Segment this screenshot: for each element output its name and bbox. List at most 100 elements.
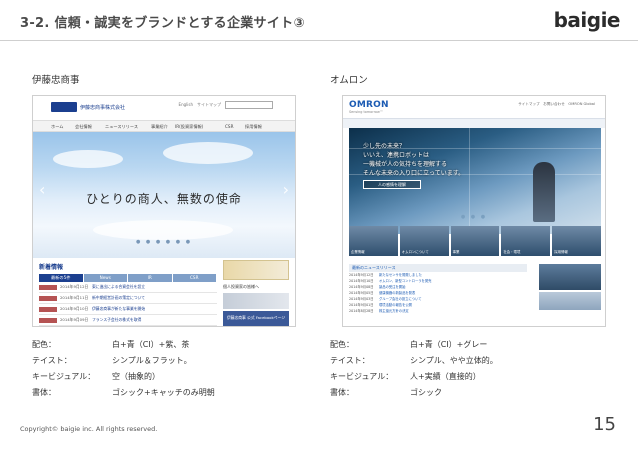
news-text: 東に進出による合資会社を設立 (92, 284, 146, 289)
attribute-label: テイスト： (32, 356, 72, 365)
left-company-name: 伊藤忠商事 (32, 75, 80, 86)
itochu-news-tabs: 最新の5件 News IR CSR (39, 274, 217, 282)
attribute-label: テイスト： (330, 356, 370, 365)
cloud-shape (93, 220, 233, 240)
news-tag (39, 295, 57, 301)
attribute-label: キービジュアル： (32, 372, 96, 381)
attribute-row: 書体： ゴシック (330, 385, 498, 401)
news-date: 2014年9月09日 (60, 317, 89, 322)
news-tag (39, 284, 57, 290)
news-date: 2014年8月28日 (349, 309, 374, 313)
omron-thumbnail-strip: 企業情報 オムロンについて 事業 社会・環境 採用情報 (349, 226, 601, 256)
itochu-screenshot: 伊藤忠商事株式会社 English サイトマップ ホーム 会社情報 ニュースリリ… (32, 95, 296, 327)
omron-site-header: OMRON Sensing tomorrow™ サイトマップ お問い合わせ OM… (343, 96, 605, 118)
omron-utility-links: サイトマップ お問い合わせ OMRON Global (518, 102, 595, 106)
itochu-search-box (225, 101, 273, 109)
slide-title: 3-2. 信頼・誠実をブランドとする企業サイト③ (20, 16, 305, 31)
omron-thumb: 企業情報 (349, 226, 398, 256)
cloud-shape (163, 142, 253, 164)
omron-screenshot: OMRON Sensing tomorrow™ サイトマップ お問い合わせ OM… (342, 95, 606, 327)
thumb-label: 企業情報 (351, 250, 365, 254)
attribute-label: 配色： (32, 340, 56, 349)
attribute-value: 白+青（CI）+グレー (410, 340, 488, 349)
footer-copyright: Copyright© baigie inc. All rights reserv… (20, 425, 158, 433)
news-text: 伊藤忠商事が新たな事業を開始 (92, 306, 146, 311)
itochu-nav-item: CSR (225, 124, 234, 129)
news-date: 2014年9月12日 (60, 284, 89, 289)
attribute-row: 配色： 白+青（CI）+紫、茶 (32, 337, 215, 353)
news-tag (39, 317, 57, 323)
itochu-site-header: 伊藤忠商事株式会社 English サイトマップ (33, 96, 295, 120)
page-number: 15 (593, 414, 616, 435)
omron-side-image (539, 292, 601, 310)
hero-line: そんな未来の入り口に立っています。 (363, 170, 465, 177)
itochu-side-banner (223, 260, 289, 280)
omron-hero-person (533, 162, 555, 222)
thumb-label: 採用情報 (554, 250, 568, 254)
omron-carousel-dots: ● ● ● (460, 214, 488, 220)
itochu-news-tab: IR (128, 274, 172, 282)
itochu-logo-mark (51, 102, 77, 112)
omron-side-column (539, 264, 601, 310)
itochu-nav-item: ニュースリリース (105, 124, 139, 129)
itochu-news-title: 新着情報 (39, 264, 64, 271)
attribute-value: ゴシック+キャッチのみ明朝 (112, 388, 215, 397)
itochu-nav-item: IR(投資家情報) (175, 124, 204, 129)
brand-logo: baigie (553, 8, 621, 32)
itochu-news-tab: News (83, 274, 127, 282)
attribute-value: シンプル、やや立体的。 (410, 356, 498, 365)
itochu-side-column: 個人投資家の皆様へ 伊藤忠商事 公式 Facebookページ (223, 260, 289, 326)
itochu-news-tab: 最新の5件 (39, 274, 83, 282)
attribute-value: 空（抽象的） (112, 372, 160, 381)
omron-thumb: 社会・環境 (501, 226, 551, 256)
title-divider (0, 40, 638, 41)
omron-thumb: オムロンについて (399, 226, 449, 256)
attribute-label: 書体： (330, 388, 354, 397)
attribute-label: 書体： (32, 388, 56, 397)
news-text: 新中期経営計画の策定について (92, 295, 146, 300)
omron-news-heading: 最新のニュースリリース (349, 264, 527, 272)
attribute-value: 白+青（CI）+紫、茶 (112, 340, 190, 349)
itochu-global-nav: ホーム 会社情報 ニュースリリース 事業紹介 IR(投資家情報) CSR 採用情… (33, 120, 295, 132)
omron-logo: OMRON (349, 100, 389, 110)
omron-hero-button: 人の感情を理解 (363, 180, 421, 189)
left-attributes: 配色： 白+青（CI）+紫、茶 テイスト： シンプル＆フラット。 キービジュアル： 空… (32, 337, 215, 401)
omron-hero-copy: 少し先の未来？ いいえ、連携ロボットは 一機械が人の気持ちを理解する そんな未来… (363, 142, 464, 178)
news-date: 2014年9月11日 (60, 295, 89, 300)
itochu-nav-item: ホーム (51, 124, 64, 129)
attribute-row: テイスト： シンプル＆フラット。 (32, 353, 215, 369)
itochu-carousel-dots: ● ● ● ● ● ● (135, 239, 193, 245)
itochu-news-row: 2014年9月10日 伊藤忠商事が新たな事業を開始 (39, 304, 217, 315)
itochu-nav-item: 採用情報 (245, 124, 262, 129)
attribute-row: 配色： 白+青（CI）+グレー (330, 337, 498, 353)
news-date: 2014年9月10日 (60, 306, 89, 311)
attribute-row: キービジュアル： 空（抽象的） (32, 369, 215, 385)
omron-side-image (539, 264, 601, 290)
attribute-row: テイスト： シンプル、やや立体的。 (330, 353, 498, 369)
right-company-name: オムロン (330, 75, 368, 86)
omron-news-row: 2014年8月28日 株主還元方針の決定 (349, 308, 527, 314)
attribute-row: キービジュアル： 人+実績（直接的） (330, 369, 498, 385)
omron-thumb: 採用情報 (552, 226, 601, 256)
itochu-facebook-banner: 伊藤忠商事 公式 Facebookページ (223, 311, 289, 326)
news-text: フランス子会社の株式を取得 (92, 317, 142, 322)
right-attributes: 配色： 白+青（CI）+グレー テイスト： シンプル、やや立体的。 キービジュアル：… (330, 337, 498, 401)
cloud-shape (53, 150, 123, 168)
attribute-label: 配色： (330, 340, 354, 349)
thumb-label: 事業 (452, 250, 460, 254)
thumb-label: オムロンについて (401, 250, 429, 254)
attribute-value: シンプル＆フラット。 (112, 356, 192, 365)
itochu-news-row: 2014年9月11日 新中期経営計画の策定について (39, 293, 217, 304)
itochu-news-tab: CSR (172, 274, 216, 282)
news-tag (39, 306, 57, 312)
itochu-nav-item: 事業紹介 (151, 124, 168, 129)
itochu-side-image (223, 293, 289, 309)
omron-thumb: 事業 (450, 226, 500, 256)
attribute-label: キービジュアル： (330, 372, 394, 381)
omron-global-nav (343, 118, 605, 128)
hero-line: 一機械が人の気持ちを理解する (363, 161, 448, 168)
news-text: 株主還元方針の決定 (379, 309, 409, 313)
attribute-value: ゴシック (410, 388, 442, 397)
itochu-side-label: 個人投資家の皆様へ (223, 284, 259, 289)
itochu-hero-copy: ひとりの商人、無数の使命 (86, 192, 242, 206)
